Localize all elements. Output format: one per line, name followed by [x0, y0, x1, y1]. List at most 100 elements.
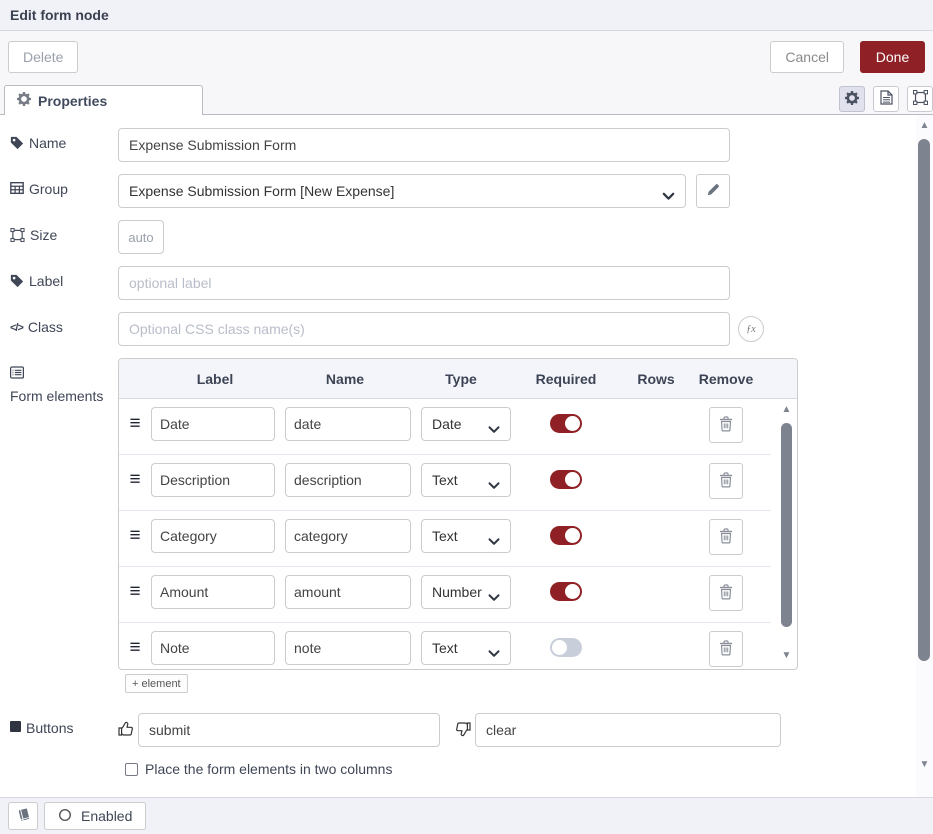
name-input[interactable] [118, 128, 730, 162]
appearance-tab-button[interactable] [907, 86, 933, 112]
elements-table: Label Name Type Required Rows Remove ≡ D… [118, 358, 798, 670]
object-frame-icon [913, 90, 928, 108]
table-row: ≡ Text [119, 623, 771, 669]
class-label: </> Class [8, 312, 118, 337]
add-element-button[interactable]: + element [125, 674, 188, 693]
table-row: ≡ Text [119, 511, 771, 567]
element-label-input[interactable] [151, 575, 275, 609]
element-type-select[interactable]: Date [421, 407, 511, 441]
name-row: Name [8, 128, 933, 162]
column-header-required: Required [511, 371, 621, 387]
drag-handle[interactable]: ≡ [129, 407, 140, 441]
thumbs-down-icon [455, 721, 471, 740]
drag-handle[interactable]: ≡ [129, 631, 140, 665]
drag-handle[interactable]: ≡ [129, 463, 140, 497]
edit-form-node-dialog: Edit form node Delete Cancel Done Proper… [0, 0, 933, 834]
thumbs-up-icon [118, 721, 134, 740]
element-label-input[interactable] [151, 463, 275, 497]
element-type-select[interactable]: Text [421, 631, 511, 665]
delete-element-button[interactable] [709, 575, 743, 611]
elements-table-body: ≡ Date [119, 399, 797, 669]
trash-icon [719, 416, 733, 435]
element-name-input[interactable] [285, 463, 411, 497]
table-row: ≡ Date [119, 399, 771, 455]
group-row: Group Expense Submission Form [New Expen… [8, 174, 933, 208]
circle-icon [58, 808, 72, 825]
tab-properties[interactable]: Properties [4, 85, 203, 115]
two-columns-checkbox[interactable] [125, 763, 138, 776]
element-label-input[interactable] [151, 519, 275, 553]
table-scrollbar-thumb[interactable] [781, 423, 792, 627]
element-type-select[interactable]: Number [421, 575, 511, 609]
delete-element-button[interactable] [709, 463, 743, 499]
group-select[interactable]: Expense Submission Form [New Expense] [118, 174, 686, 208]
trash-icon [719, 640, 733, 659]
chevron-down-icon [488, 421, 500, 437]
delete-button[interactable]: Delete [8, 41, 78, 73]
class-input[interactable] [118, 312, 730, 346]
square-icon [10, 721, 21, 732]
chevron-down-icon [488, 533, 500, 549]
scroll-up-arrow[interactable]: ▲ [916, 121, 933, 131]
required-toggle[interactable] [550, 582, 582, 601]
element-label-input[interactable] [151, 407, 275, 441]
drag-handle[interactable]: ≡ [129, 575, 140, 609]
document-icon [880, 90, 893, 108]
column-header-rows: Rows [621, 371, 691, 387]
gear-icon [17, 92, 31, 109]
class-helper-button[interactable]: ƒx [738, 316, 764, 342]
element-label-input[interactable] [151, 631, 275, 665]
required-toggle[interactable] [550, 470, 582, 489]
trash-icon [719, 472, 733, 491]
properties-tab-button[interactable] [839, 86, 865, 112]
label-input[interactable] [118, 266, 730, 300]
element-type-select[interactable]: Text [421, 519, 511, 553]
element-name-input[interactable] [285, 631, 411, 665]
enabled-toggle-button[interactable]: Enabled [44, 802, 146, 830]
scroll-down-arrow[interactable]: ▼ [778, 651, 795, 661]
chevron-down-icon [488, 477, 500, 493]
element-name-input[interactable] [285, 575, 411, 609]
element-name-input[interactable] [285, 519, 411, 553]
table-icon [10, 181, 24, 198]
drag-handle[interactable]: ≡ [129, 519, 140, 553]
required-toggle[interactable] [550, 638, 582, 657]
delete-element-button[interactable] [709, 519, 743, 555]
buttons-row: Buttons [8, 713, 933, 747]
class-row: </> Class ƒx [8, 312, 933, 346]
tag-icon [10, 135, 24, 154]
done-button[interactable]: Done [860, 41, 925, 73]
two-columns-label: Place the form elements in two columns [145, 761, 392, 777]
delete-element-button[interactable] [709, 407, 743, 443]
group-label: Group [8, 174, 118, 198]
description-tab-button[interactable] [873, 86, 899, 112]
clear-button-input[interactable] [475, 713, 781, 747]
name-label: Name [8, 128, 118, 154]
required-toggle[interactable] [550, 414, 582, 433]
submit-button-input[interactable] [138, 713, 440, 747]
element-name-input[interactable] [285, 407, 411, 441]
tab-icon-buttons [839, 86, 933, 112]
list-alt-icon [10, 365, 24, 383]
elements-table-header: Label Name Type Required Rows Remove [119, 359, 797, 399]
size-button[interactable]: auto [118, 220, 164, 254]
scroll-down-arrow[interactable]: ▼ [916, 760, 933, 770]
required-toggle[interactable] [550, 526, 582, 545]
code-icon: </> [10, 320, 23, 337]
docs-button[interactable] [8, 802, 38, 830]
fx-icon: ƒx [746, 324, 755, 335]
object-size-icon [10, 227, 25, 246]
column-header-type: Type [411, 371, 511, 387]
delete-element-button[interactable] [709, 631, 743, 667]
column-header-label: Label [151, 371, 279, 387]
main-scrollbar-thumb[interactable] [918, 139, 930, 661]
dialog-toolbar: Delete Cancel Done [0, 31, 933, 84]
cancel-button[interactable]: Cancel [770, 41, 844, 73]
scroll-up-arrow[interactable]: ▲ [778, 405, 795, 415]
edit-group-button[interactable] [696, 174, 730, 208]
tag-icon [10, 273, 24, 292]
dialog-footer: Enabled [0, 797, 933, 834]
element-type-select[interactable]: Text [421, 463, 511, 497]
label-row: Label [8, 266, 933, 300]
chevron-down-icon [488, 645, 500, 661]
